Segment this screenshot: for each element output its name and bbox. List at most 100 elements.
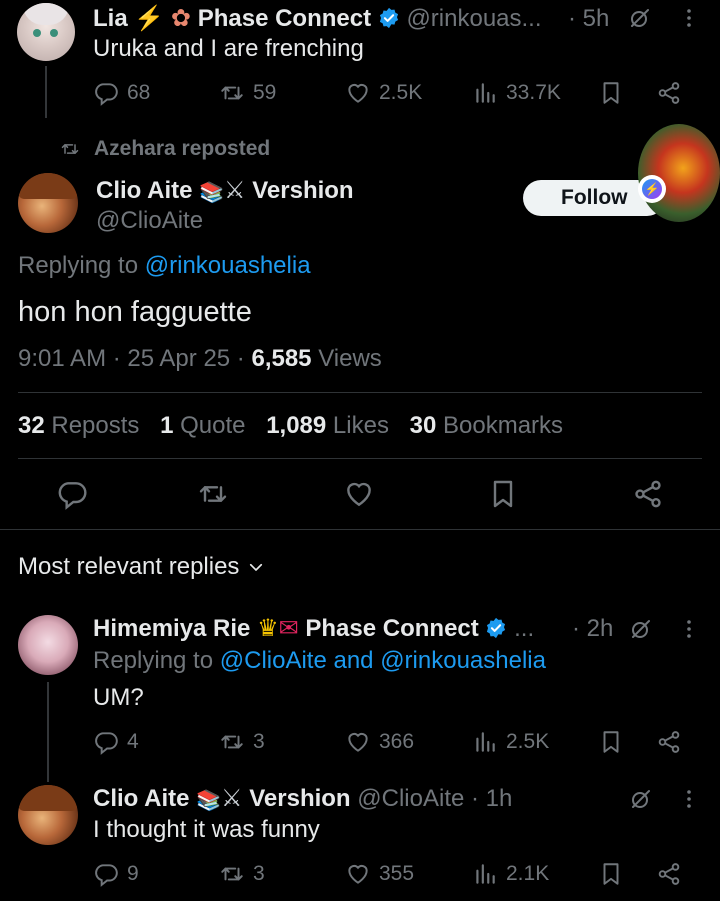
share-icon[interactable]	[656, 80, 682, 106]
main-post-views-count: 6,585	[251, 345, 312, 372]
main-bookmark-icon[interactable]	[487, 478, 519, 510]
views-count: 33.7K	[506, 81, 561, 104]
reply-2-views-button[interactable]: 2.1K	[472, 861, 549, 887]
avatar-hair-shape	[18, 785, 78, 811]
grok-icon[interactable]	[629, 617, 653, 641]
share-icon[interactable]	[656, 861, 682, 887]
reply-2-author-suffix[interactable]: Vershion	[249, 785, 350, 812]
main-post-time[interactable]: 9:01 AM · 25 Apr 25 ·	[18, 345, 245, 372]
reposts-stat[interactable]: 32 Reposts	[18, 412, 139, 439]
floating-avatar[interactable]	[638, 124, 720, 222]
like-count: 2.5K	[379, 81, 423, 104]
main-post-views-label: Views	[318, 345, 382, 372]
thread-line	[45, 66, 47, 118]
reply-1-views-button[interactable]: 2.5K	[472, 729, 549, 755]
chevron-down-icon	[247, 558, 265, 576]
bookmark-icon[interactable]	[598, 861, 624, 887]
replying-to-link[interactable]: @ClioAite and @rinkouashelia	[220, 647, 546, 674]
reposts-stat-label: Reposts	[51, 412, 140, 439]
avatar-clio-aite[interactable]	[18, 785, 78, 845]
heart-icon	[345, 729, 371, 755]
reply-2-like-button[interactable]: 355	[345, 861, 414, 887]
repost-banner-text: Azehara reposted	[94, 137, 271, 160]
avatar-hair-shape	[23, 3, 69, 25]
reply-1-handle-truncated[interactable]: ...	[514, 615, 534, 642]
share-icon[interactable]	[656, 729, 682, 755]
main-reply-icon[interactable]	[56, 478, 88, 510]
reply-1-time[interactable]: · 2h	[572, 615, 613, 643]
bookmark-icon[interactable]	[598, 80, 624, 106]
views-count: 2.5K	[506, 730, 550, 753]
divider	[0, 529, 720, 530]
quote-stat[interactable]: 1 Quote	[160, 412, 245, 439]
more-options-icon[interactable]	[677, 787, 701, 811]
main-post-handle[interactable]: @ClioAite	[96, 207, 203, 235]
main-share-icon[interactable]	[632, 478, 664, 510]
post-1-like-button[interactable]: 2.5K	[345, 80, 422, 106]
main-post-author-suffix[interactable]: Vershion	[252, 177, 353, 204]
post-1-reply-button[interactable]: 68	[93, 80, 150, 106]
post-1-handle[interactable]: @rinkouas...	[406, 5, 541, 32]
lightning-icon: ⚡	[134, 5, 165, 32]
likes-stat[interactable]: 1,089 Likes	[266, 412, 389, 439]
post-1-author-name[interactable]: Lia	[93, 5, 128, 32]
main-post-replying-to: Replying to @rinkouashelia	[18, 252, 311, 280]
bookmark-icon[interactable]	[598, 729, 624, 755]
post-1-views-button[interactable]: 33.7K	[472, 80, 561, 106]
avatar-clio-aite[interactable]	[18, 173, 78, 233]
bookmarks-stat[interactable]: 30 Bookmarks	[410, 412, 563, 439]
more-options-icon[interactable]	[677, 6, 701, 30]
quote-stat-label: Quote	[180, 412, 246, 439]
crown-icon: ♛	[257, 615, 279, 642]
replying-to-link[interactable]: @rinkouashelia	[145, 252, 311, 279]
reply-count: 68	[127, 81, 151, 104]
repost-count: 3	[253, 730, 265, 753]
reply-2-time[interactable]: · 1h	[471, 785, 512, 812]
thread-line	[47, 682, 49, 782]
replies-sort-label: Most relevant replies	[18, 553, 240, 580]
main-post-meta: 9:01 AM · 25 Apr 25 · 6,585 Views	[18, 345, 382, 373]
verified-icon	[378, 7, 400, 29]
reply-1-text: UM?	[93, 684, 144, 711]
main-heart-icon[interactable]	[343, 478, 375, 510]
reply-1-reply-button[interactable]: 4	[93, 729, 139, 755]
crossed-swords-icon: ⚔	[224, 177, 246, 204]
reply-icon	[93, 729, 119, 755]
reply-1-repost-button[interactable]: 3	[219, 729, 265, 755]
post-1-author-affiliation[interactable]: Phase Connect	[198, 5, 371, 32]
reply-count: 4	[127, 730, 139, 753]
books-icon: 📚	[196, 790, 222, 812]
post-1-repost-button[interactable]: 59	[219, 80, 276, 106]
reply-1-author-affiliation[interactable]: Phase Connect	[305, 615, 478, 642]
post-1-time[interactable]: · 5h	[568, 5, 609, 33]
views-icon	[472, 861, 498, 887]
main-repost-icon[interactable]	[197, 478, 229, 510]
main-post-author-name[interactable]: Clio Aite	[96, 177, 192, 204]
reposts-stat-count: 32	[18, 412, 45, 439]
messenger-icon[interactable]: ⚡	[638, 175, 666, 203]
heart-icon	[345, 861, 371, 887]
avatar-lia[interactable]	[17, 3, 75, 61]
more-options-icon[interactable]	[677, 617, 701, 641]
grok-icon[interactable]	[629, 787, 653, 811]
reply-1-author-name[interactable]: Himemiya Rie	[93, 615, 250, 642]
main-post-name-row: Clio Aite 📚⚔ Vershion	[96, 176, 354, 205]
reply-1-like-button[interactable]: 366	[345, 729, 414, 755]
replying-prefix: Replying to	[93, 647, 214, 674]
main-post-stats: 32 Reposts 1 Quote 1,089 Likes 30 Bookma…	[18, 412, 563, 440]
replies-sort-dropdown[interactable]: Most relevant replies	[18, 553, 265, 581]
crossed-swords-icon: ⚔	[221, 785, 243, 812]
reply-2-author-name[interactable]: Clio Aite	[93, 785, 189, 812]
reply-2-handle[interactable]: @ClioAite	[357, 785, 464, 812]
grok-icon[interactable]	[628, 6, 652, 30]
bookmarks-stat-label: Bookmarks	[443, 412, 564, 439]
quote-stat-count: 1	[160, 412, 174, 439]
avatar-himemiya-rie[interactable]	[18, 615, 78, 675]
reply-2-repost-button[interactable]: 3	[219, 861, 265, 887]
likes-stat-label: Likes	[332, 412, 389, 439]
repost-banner[interactable]: Azehara reposted	[60, 137, 270, 161]
reply-2-reply-button[interactable]: 9	[93, 861, 139, 887]
reply-1-replying-to: Replying to @ClioAite and @rinkouashelia	[93, 647, 546, 675]
divider	[18, 458, 702, 459]
bookmarks-stat-count: 30	[409, 412, 437, 439]
